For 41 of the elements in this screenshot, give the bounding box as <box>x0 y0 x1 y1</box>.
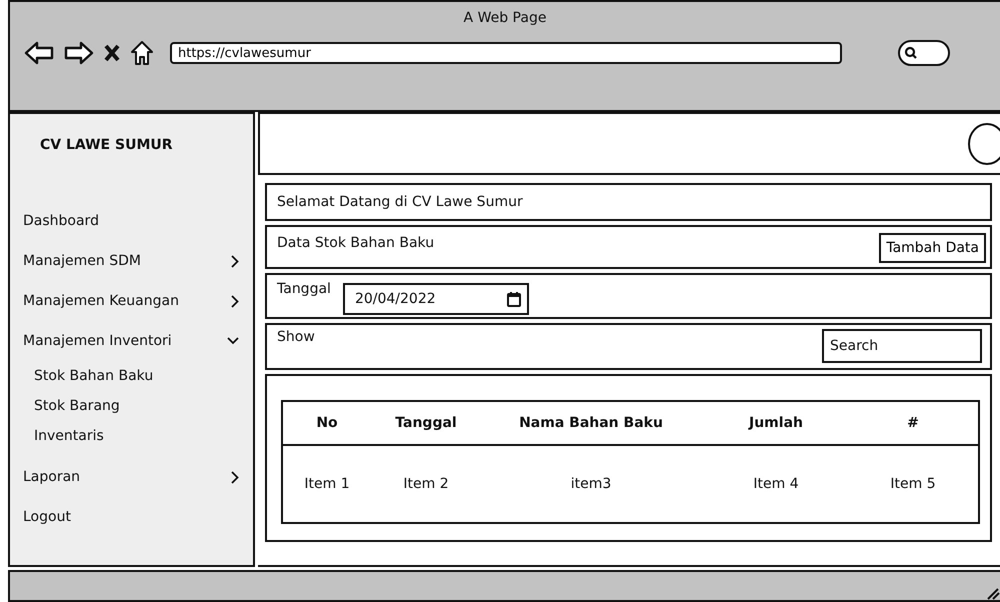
column-header: Jumlah <box>749 415 803 431</box>
brand-name: CV LAWE SUMUR <box>39 137 173 153</box>
submenu-item[interactable]: Stok Bahan Baku <box>34 361 154 391</box>
address-bar[interactable]: https://cvlawesumur <box>170 42 842 64</box>
section-title: Data Stok Bahan Baku <box>277 235 434 251</box>
sidebar-item[interactable]: Manajemen Keuangan <box>10 281 253 321</box>
table-cell: Item 4 <box>753 476 799 492</box>
column-header: Tanggal <box>395 415 457 431</box>
submenu-item[interactable]: Stok Barang <box>34 391 120 421</box>
sidebar-item[interactable]: Manajemen Inventori <box>10 321 253 361</box>
chevron-right-icon <box>231 294 239 308</box>
date-label: Tanggal <box>277 281 331 297</box>
submenu-item[interactable]: Inventaris <box>34 421 104 451</box>
forward-icon[interactable] <box>64 41 94 65</box>
chevron-down-icon <box>227 337 239 345</box>
show-label: Show <box>277 329 315 345</box>
window-title: A Web Page <box>464 10 546 26</box>
table-cell: Item 2 <box>403 476 449 492</box>
search-field[interactable] <box>898 40 950 66</box>
search-icon <box>904 46 918 60</box>
sidebar-item[interactable]: Manajemen SDM <box>10 241 253 281</box>
search-field[interactable]: Search <box>822 329 982 363</box>
home-icon[interactable] <box>130 40 154 66</box>
sidebar-item[interactable]: Logout <box>10 497 253 537</box>
calendar-icon <box>506 291 521 307</box>
date-field[interactable]: 20/04/2022 <box>342 283 529 315</box>
sidebar-item[interactable]: Dashboard <box>10 201 253 241</box>
chevron-right-icon <box>231 470 239 484</box>
table-cell: item3 <box>570 476 612 492</box>
back-icon[interactable] <box>24 41 54 65</box>
chevron-right-icon <box>231 254 239 268</box>
avatar-icon[interactable] <box>966 122 1000 166</box>
table-cell: Item 5 <box>890 476 936 492</box>
add-data-button[interactable]: Tambah Data <box>879 233 986 263</box>
close-icon[interactable] <box>104 44 120 62</box>
table-cell: Item 1 <box>304 476 350 492</box>
welcome-text: Selamat Datang di CV Lawe Sumur <box>277 194 523 210</box>
sidebar-item[interactable]: Laporan <box>10 457 253 497</box>
column-header: Nama Bahan Baku <box>519 415 663 431</box>
column-header: No <box>316 415 338 431</box>
column-header: # <box>907 415 919 431</box>
